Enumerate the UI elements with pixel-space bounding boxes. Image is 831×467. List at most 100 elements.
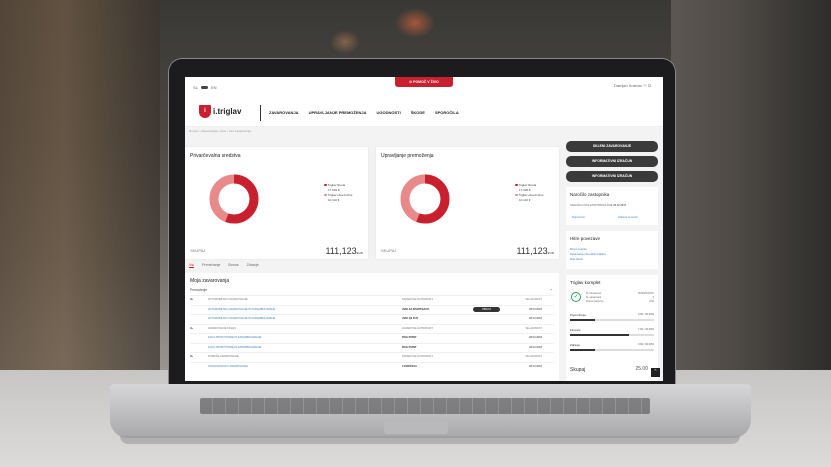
row-product: LOVRIČEVA bbox=[402, 364, 417, 368]
quick-links-card: Hitre povezave Bonus program Zavarovanje… bbox=[566, 231, 658, 269]
background-right bbox=[671, 0, 831, 370]
scroll-top-button[interactable]: ⌃ bbox=[651, 368, 660, 377]
kit-progress-fill bbox=[570, 349, 596, 351]
total-unit: EUR bbox=[547, 251, 554, 255]
nav-ugodnosti[interactable]: UGODNOSTI bbox=[377, 110, 401, 115]
table-row[interactable]: AVTOMOBILSKO ZAVAROVANJE IN KARAMBOLIRAN… bbox=[190, 304, 554, 313]
quick-link[interactable]: Zavarovanje potovalnih izdatkov bbox=[570, 253, 606, 256]
agent-card: Naročilo zastopnika NAROČILO STE ZASTOPN… bbox=[566, 187, 658, 225]
row-product: ZAVAROVALNI PRODUKT bbox=[402, 355, 433, 358]
kit-title: Triglav komplet bbox=[570, 280, 601, 285]
quick-link[interactable]: Bonus program bbox=[570, 248, 587, 251]
row-name[interactable]: AVTOMOBILSKO ZAVAROVANJE IN KARAMBOLIRAN… bbox=[208, 308, 275, 311]
total-label: SKUPAJ bbox=[381, 248, 397, 253]
row-name[interactable]: KOLO SPORTSTORE IN KARAMBOLIRANJE bbox=[208, 346, 261, 349]
collapse-icon[interactable]: ⌃ bbox=[550, 288, 553, 293]
quick-link[interactable]: Moje škode bbox=[570, 258, 583, 261]
legend-value: 17.020 € bbox=[519, 188, 531, 192]
kit-line-value: 10% bbox=[649, 300, 654, 303]
assets-legend: Triglav Renta 17.020 € Triglav obveznične… bbox=[515, 183, 543, 203]
logo[interactable]: i i.triglav bbox=[199, 105, 241, 118]
table-row[interactable]: KOLO SPORTSTORE IN KARAMBOLIRANJE ROG POI… bbox=[190, 333, 554, 341]
tab-vsi[interactable]: Vsi bbox=[189, 263, 194, 268]
renew-button[interactable]: OBNOVI bbox=[473, 306, 500, 312]
kit-total-value: 25.00 bbox=[635, 366, 648, 372]
appointment-request-link[interactable]: Zahteva za termin bbox=[618, 216, 638, 219]
triglav-kit-card: Triglav komplet ✓ Št. komitentov Št. zav… bbox=[566, 275, 658, 381]
breadcrumb[interactable]: Domov › Zavarovanja › Avto › Vsa zavarov… bbox=[189, 129, 251, 133]
savings-legend: Triglav Renta 17.020 € Triglav obveznične… bbox=[324, 183, 352, 203]
row-name[interactable]: STANOVANJSKO ZAVAROVANJE bbox=[208, 365, 248, 368]
main-nav: i i.triglav ZAVAROVANJA UPRAVLJANJE PREM… bbox=[185, 99, 663, 127]
nav-upravljanje[interactable]: UPRAVLJANJE PREMOŽENJA bbox=[309, 110, 367, 115]
agent-date: 30.12.2017 bbox=[613, 204, 627, 207]
row-name[interactable]: KOLO SPORTSTORE IN KARAMBOLIRANJE bbox=[208, 336, 261, 339]
check-icon: ✓ bbox=[571, 292, 581, 302]
table-row[interactable]: STANOVANJSKO ZAVAROVANJE LOVRIČEVA 28.03.2… bbox=[190, 361, 554, 370]
row-date: 28.03.2018 bbox=[529, 345, 542, 349]
tab-bonus[interactable]: Bonus bbox=[228, 263, 238, 268]
user-icon[interactable]: ⚇ bbox=[643, 83, 647, 88]
table-row: AVTOMOBILSKO ZAVAROVANJE ZAVAROVALNI PROD… bbox=[190, 295, 554, 303]
kit-progress-fill bbox=[570, 319, 596, 321]
kit-total-label: Skupaj bbox=[570, 367, 586, 373]
row-name: AVTOMOBILSKO ZAVAROVANJE bbox=[208, 298, 248, 301]
quote-button[interactable]: INFORMATIVNI IZRAČUN bbox=[566, 156, 658, 167]
table-row[interactable]: KOLO SPORTSTORE IN KARAMBOLIRANJE ROG POI… bbox=[190, 342, 554, 351]
lang-toggle[interactable] bbox=[200, 86, 208, 90]
tab-prenehanje[interactable]: Prenehanje bbox=[202, 263, 220, 268]
quick-links-title: Hitre povezave bbox=[570, 236, 601, 241]
legend-label: Triglav Renta bbox=[327, 183, 346, 187]
kit-bar-value: 3.00 / 10.00% bbox=[637, 343, 654, 346]
language-switch[interactable]: SL EN bbox=[193, 85, 217, 90]
savings-card: Privarčevalna sredstva Triglav Renta 17.0… bbox=[185, 147, 368, 259]
background-light bbox=[395, 8, 435, 38]
insurance-section: Premoženje bbox=[190, 288, 208, 292]
live-help-button[interactable]: ⊙ POMOČ V ŽIVO bbox=[395, 77, 453, 87]
kit-bar-value: 7.00 / 10.00% bbox=[637, 328, 654, 331]
total-value: 111,123EUR bbox=[516, 246, 554, 256]
total-unit: EUR bbox=[356, 251, 363, 255]
user-menu[interactable]: Damjan Kramar ⚇ ⏻ bbox=[614, 83, 651, 88]
legend-dot bbox=[515, 193, 518, 196]
row-product: ROG POINT bbox=[402, 336, 417, 339]
row-date: VELJAVNOST bbox=[525, 298, 542, 301]
lang-en[interactable]: EN bbox=[211, 85, 217, 90]
logout-icon[interactable]: ⏻ bbox=[648, 83, 651, 88]
nav-divider bbox=[260, 105, 261, 121]
total-amount: 111,123 bbox=[325, 246, 357, 256]
my-appointments-link[interactable]: Moji termini bbox=[572, 216, 585, 219]
agent-title: Naročilo zastopnika bbox=[570, 192, 610, 197]
nav-sporocila[interactable]: SPOROČILA bbox=[435, 110, 459, 115]
row-date: 28.03.2018 bbox=[529, 317, 542, 320]
table-row: ZAVAROVANJE KOLES ZAVAROVALNI PRODUKT VELJ… bbox=[190, 323, 554, 332]
tab-zdravje[interactable]: Zdravje bbox=[247, 263, 259, 268]
legend-value: 10.110 € bbox=[328, 198, 340, 202]
row-date: 28.03.2018 bbox=[529, 307, 542, 311]
kit-bar-label: Zdravje bbox=[570, 343, 581, 347]
nav-zavarovanja[interactable]: ZAVAROVANJA bbox=[269, 110, 299, 115]
category-icon: ⛟ bbox=[190, 326, 194, 330]
row-name[interactable]: AVTOMOBILSKO ZAVAROVANJE IN KARAMBOLIRAN… bbox=[208, 317, 275, 320]
quote-button-2[interactable]: INFORMATIVNI IZRAČUN bbox=[566, 171, 658, 182]
total-label: SKUPAJ bbox=[190, 248, 206, 253]
lang-sl[interactable]: SL bbox=[193, 85, 198, 90]
background-left bbox=[0, 0, 160, 370]
legend-dot bbox=[515, 183, 518, 186]
kit-progress-bar bbox=[570, 334, 654, 336]
kit-bar-label: Finance bbox=[570, 328, 581, 332]
nav-skode[interactable]: ŠKODE bbox=[411, 110, 425, 115]
kit-values: TEHNIČNOSTI 4 10% bbox=[638, 292, 654, 304]
row-name: DOMAČE ZAVAROVANJE bbox=[208, 355, 239, 358]
legend-label: Triglav obveznične bbox=[518, 193, 544, 197]
buy-insurance-button[interactable]: SKLENI ZAVAROVANJE bbox=[566, 141, 658, 152]
row-product: AVDI Q3 SUV bbox=[402, 317, 419, 320]
row-product: AVDI A3 SPORTBACK bbox=[402, 307, 430, 311]
category-icon: ⛟ bbox=[190, 355, 194, 358]
total-amount: 111,123 bbox=[516, 246, 548, 256]
kit-bar-value: 3.00 / 10.00% bbox=[637, 313, 654, 316]
table-row[interactable]: AVTOMOBILSKO ZAVAROVANJE IN KARAMBOLIRAN… bbox=[190, 314, 554, 322]
assets-donut-chart bbox=[400, 174, 450, 224]
row-date: VELJAVNOST bbox=[525, 355, 542, 358]
row-product: ZAVAROVALNI PRODUKT bbox=[402, 298, 433, 301]
